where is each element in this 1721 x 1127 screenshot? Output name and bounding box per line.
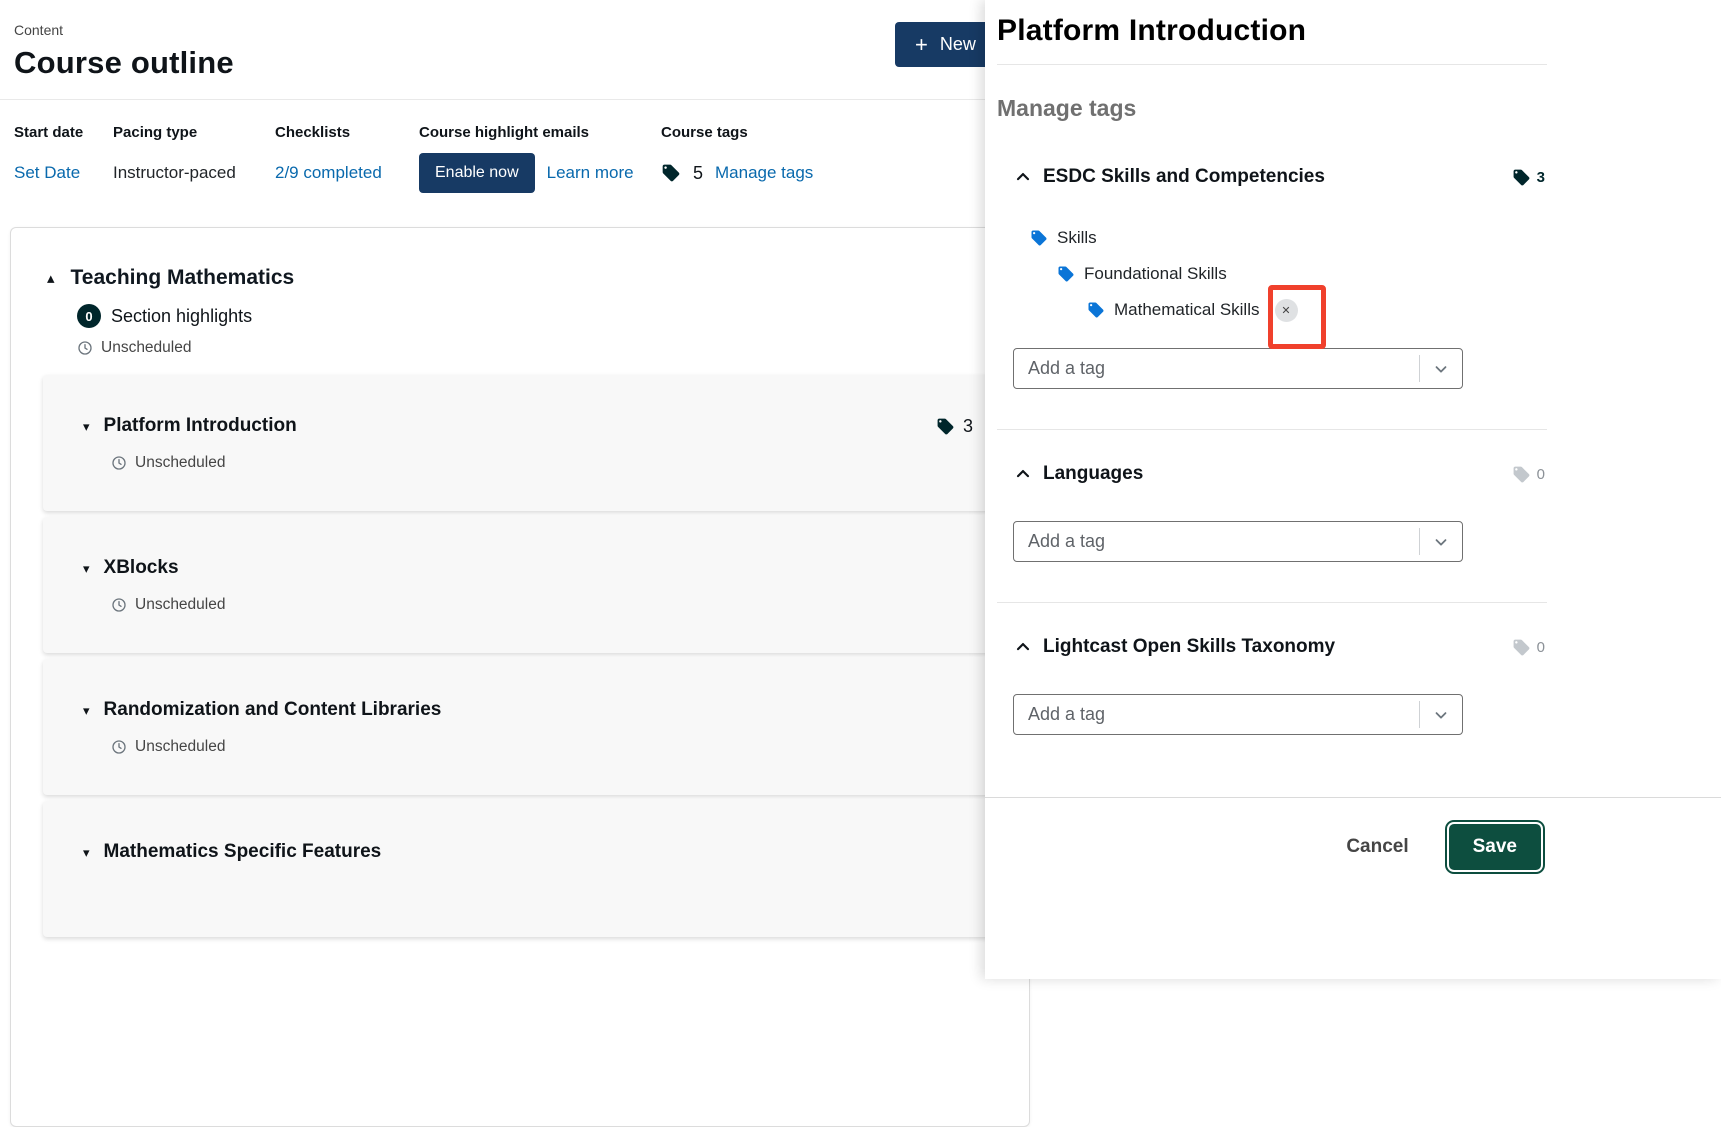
highlights-count-badge: 0	[77, 304, 101, 328]
taxonomy-name: ESDC Skills and Competencies	[1043, 166, 1325, 188]
chevron-down-icon[interactable]	[1420, 695, 1462, 734]
subsection-list: ▾ Platform Introduction 3 Unscheduled	[43, 375, 997, 937]
new-button-label: New	[940, 34, 976, 55]
pacing-label: Pacing type	[113, 124, 275, 141]
enable-now-button[interactable]: Enable now	[419, 153, 535, 193]
subsection-title[interactable]: Platform Introduction	[104, 415, 297, 437]
expand-subsection-caret-icon[interactable]: ▾	[83, 420, 90, 433]
divider	[997, 64, 1547, 65]
taxonomy-tag-count: 0	[1512, 465, 1547, 484]
remove-tag-button[interactable]: ✕	[1275, 299, 1298, 322]
section-header: ▴ Teaching Mathematics 0 Section highlig…	[11, 266, 1029, 357]
applied-tag: Mathematical Skills ✕	[1087, 292, 1547, 328]
tag-label: Mathematical Skills	[1114, 300, 1260, 320]
taxonomy-lightcast: Lightcast Open Skills Taxonomy 0	[997, 636, 1547, 735]
taxonomy-count-value: 0	[1537, 466, 1545, 483]
clock-icon	[111, 455, 127, 471]
subsection-schedule: Unscheduled	[135, 738, 225, 756]
drawer-footer: Cancel Save	[985, 797, 1721, 979]
section-schedule: Unscheduled	[101, 339, 191, 357]
tag-icon	[1087, 301, 1105, 319]
add-tag-combobox	[1013, 348, 1463, 389]
manage-tags-link[interactable]: Manage tags	[715, 163, 813, 183]
clock-icon	[77, 340, 93, 356]
subsection-title[interactable]: XBlocks	[104, 557, 179, 579]
collapse-taxonomy-chevron-icon[interactable]	[1013, 167, 1033, 187]
taxonomy-name: Languages	[1043, 463, 1143, 485]
save-button[interactable]: Save	[1449, 824, 1541, 870]
section-card: ▴ Teaching Mathematics 0 Section highlig…	[10, 227, 1030, 1127]
plus-icon: +	[915, 34, 928, 56]
section-highlights-label[interactable]: Section highlights	[111, 306, 252, 327]
subsection-schedule: Unscheduled	[135, 596, 225, 614]
subsection-card-platform-introduction: ▾ Platform Introduction 3 Unscheduled	[43, 375, 997, 511]
expand-subsection-caret-icon[interactable]: ▾	[83, 846, 90, 859]
subsection-card-xblocks: ▾ XBlocks Unscheduled	[43, 517, 997, 653]
subsection-card-math-features: ▾ Mathematics Specific Features	[43, 801, 997, 937]
meta-checklists: Checklists 2/9 completed	[275, 124, 419, 193]
subsection-title[interactable]: Mathematics Specific Features	[104, 841, 382, 863]
tag-icon	[1057, 265, 1075, 283]
add-tag-combobox	[1013, 694, 1463, 735]
start-date-label: Start date	[14, 124, 113, 141]
clock-icon	[111, 739, 127, 755]
highlight-emails-label: Course highlight emails	[419, 124, 661, 141]
taxonomy-count-value: 0	[1537, 639, 1545, 656]
add-tag-input[interactable]	[1014, 358, 1419, 379]
chevron-down-icon[interactable]	[1420, 522, 1462, 561]
expand-subsection-caret-icon[interactable]: ▾	[83, 704, 90, 717]
chevron-down-icon[interactable]	[1420, 349, 1462, 388]
divider	[997, 602, 1547, 603]
meta-highlight-emails: Course highlight emails Enable now Learn…	[419, 124, 661, 193]
tag-label: Skills	[1057, 228, 1097, 248]
section-title[interactable]: Teaching Mathematics	[71, 266, 295, 290]
divider	[997, 429, 1547, 430]
taxonomy-languages: Languages 0	[997, 463, 1547, 562]
tag-icon	[936, 417, 955, 436]
tag-icon	[661, 163, 681, 183]
tag-icon	[1512, 638, 1531, 657]
taxonomy-count-value: 3	[1537, 169, 1545, 186]
learn-more-link[interactable]: Learn more	[547, 163, 634, 183]
subsection-title[interactable]: Randomization and Content Libraries	[104, 699, 442, 721]
tag-count-value: 3	[963, 416, 973, 437]
manage-tags-heading: Manage tags	[997, 95, 1547, 122]
manage-tags-drawer: Platform Introduction Manage tags ESDC S…	[985, 0, 1721, 979]
meta-start-date: Start date Set Date	[14, 124, 113, 193]
applied-tag: Foundational Skills	[1057, 256, 1547, 292]
add-tag-input[interactable]	[1014, 531, 1419, 552]
drawer-title: Platform Introduction	[997, 14, 1547, 48]
clock-icon	[111, 597, 127, 613]
collapse-section-caret-icon[interactable]: ▴	[47, 271, 55, 286]
set-date-link[interactable]: Set Date	[14, 163, 80, 183]
expand-subsection-caret-icon[interactable]: ▾	[83, 562, 90, 575]
collapse-taxonomy-chevron-icon[interactable]	[1013, 637, 1033, 657]
subsection-schedule: Unscheduled	[135, 454, 225, 472]
pacing-value: Instructor-paced	[113, 163, 236, 183]
taxonomy-esdc: ESDC Skills and Competencies 3 Skills	[997, 166, 1547, 389]
subsection-tag-count: 3	[936, 416, 973, 437]
course-tag-count: 5	[693, 163, 703, 184]
applied-tag: Skills	[1030, 220, 1547, 256]
tag-icon	[1512, 168, 1531, 187]
tag-label: Foundational Skills	[1084, 264, 1227, 284]
taxonomy-tag-count: 3	[1512, 168, 1547, 187]
taxonomy-name: Lightcast Open Skills Taxonomy	[1043, 636, 1335, 658]
applied-tag-tree: Skills Foundational Skills Mathematical …	[1013, 220, 1547, 328]
tag-icon	[1030, 229, 1048, 247]
checklists-link[interactable]: 2/9 completed	[275, 163, 382, 183]
collapse-taxonomy-chevron-icon[interactable]	[1013, 464, 1033, 484]
taxonomy-tag-count: 0	[1512, 638, 1547, 657]
add-tag-input[interactable]	[1014, 704, 1419, 725]
cancel-button[interactable]: Cancel	[1340, 824, 1414, 870]
add-tag-combobox	[1013, 521, 1463, 562]
tag-icon	[1512, 465, 1531, 484]
subsection-card-randomization: ▾ Randomization and Content Libraries Un…	[43, 659, 997, 795]
meta-pacing: Pacing type Instructor-paced	[113, 124, 275, 193]
checklists-label: Checklists	[275, 124, 419, 141]
